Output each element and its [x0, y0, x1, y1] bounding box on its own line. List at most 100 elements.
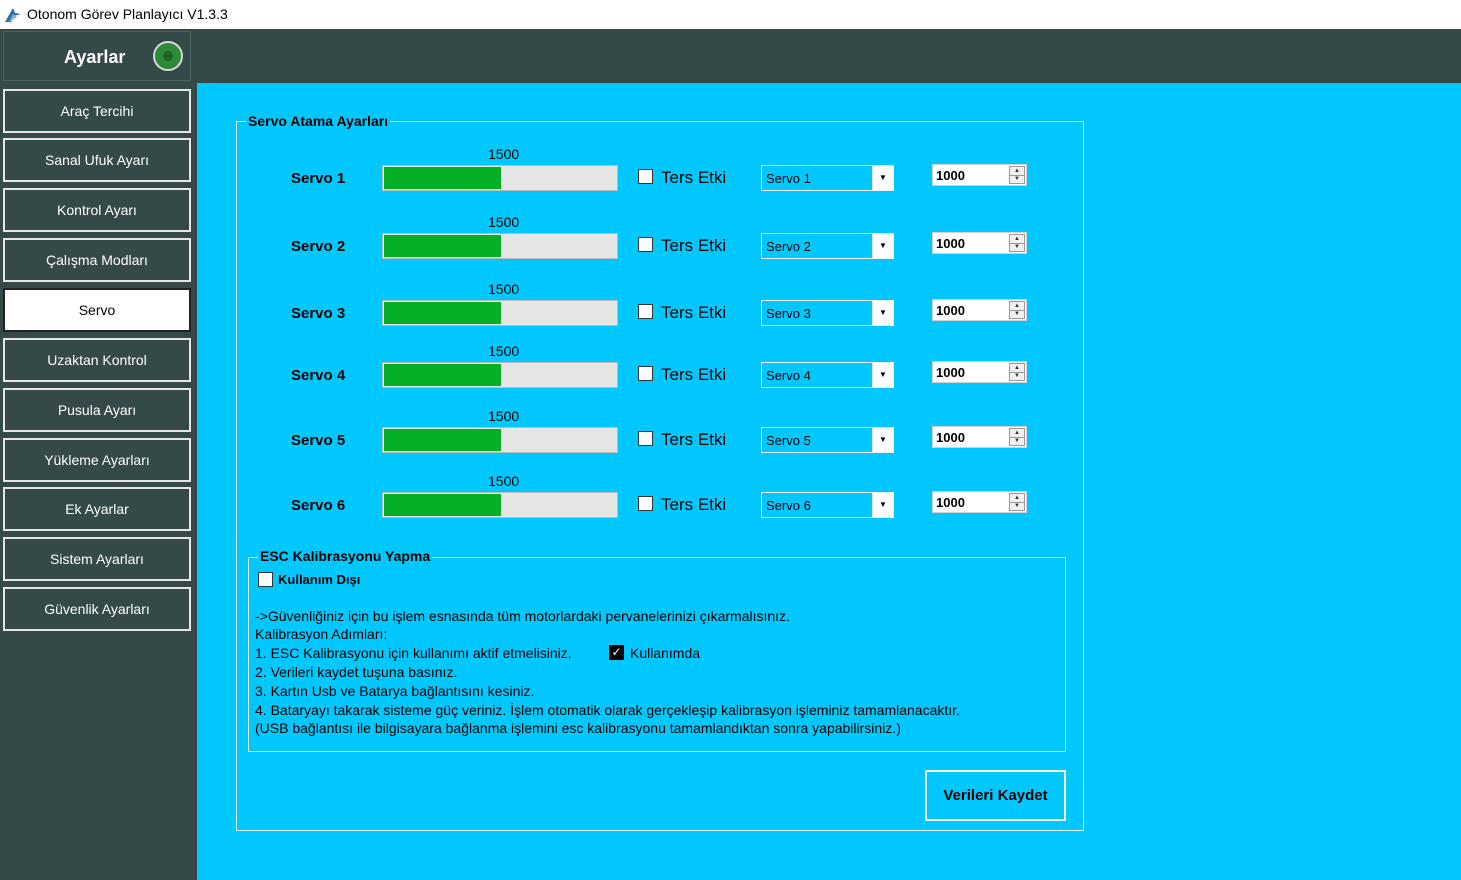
servo-level-bar — [382, 300, 618, 326]
chevron-down-icon[interactable]: ▼ — [872, 363, 893, 387]
servo-level-bar — [382, 427, 618, 453]
servo-number-stepper[interactable]: 1000 ▲ ▼ — [932, 299, 1027, 321]
esc-steps-title: Kalibrasyon Adımları: — [255, 626, 388, 642]
sidebar-item-sanal-ufuk[interactable]: Sanal Ufuk Ayarı — [3, 138, 191, 182]
servo-group-title: Servo Atama Ayarları — [246, 113, 391, 129]
esc-disabled-checkbox[interactable] — [258, 572, 273, 587]
servo-assignment-value: Servo 5 — [766, 433, 811, 448]
chevron-down-icon[interactable]: ▼ — [872, 493, 893, 517]
servo-label: Servo 5 — [291, 432, 346, 449]
servo-assignment-select[interactable]: Servo 6 ▼ — [761, 492, 894, 518]
servo-assignment-value: Servo 2 — [766, 239, 811, 254]
chevron-down-icon[interactable]: ▼ — [872, 166, 893, 190]
reverse-checkbox[interactable] — [638, 431, 653, 446]
servo-assignment-select[interactable]: Servo 2 ▼ — [761, 233, 894, 259]
stepper-down-icon[interactable]: ▼ — [1010, 502, 1024, 510]
servo-number-stepper[interactable]: 1000 ▲ ▼ — [932, 491, 1027, 513]
save-data-button[interactable]: Verileri Kaydet — [925, 770, 1066, 821]
reverse-label: Ters Etki — [661, 236, 727, 255]
sidebar-item-sistem[interactable]: Sistem Ayarları — [3, 537, 191, 581]
reverse-label: Ters Etki — [661, 495, 727, 514]
esc-in-use-checkbox[interactable]: ✓ — [609, 645, 624, 660]
stepper-buttons[interactable]: ▲ ▼ — [1009, 428, 1025, 446]
stepper-down-icon[interactable]: ▼ — [1010, 437, 1024, 445]
sidebar-item-yukleme[interactable]: Yükleme Ayarları — [3, 438, 191, 482]
servo-number-value: 1000 — [936, 430, 965, 445]
sidebar-item-arac-tercihi[interactable]: Araç Tercihi — [3, 89, 191, 133]
servo-number-value: 1000 — [936, 168, 965, 183]
sidebar-item-kontrol[interactable]: Kontrol Ayarı — [3, 188, 191, 232]
sidebar-item-calisma-modlari[interactable]: Çalışma Modları — [3, 238, 191, 282]
sidebar-item-pusula[interactable]: Pusula Ayarı — [3, 388, 191, 432]
sidebar-item-guvenlik[interactable]: Güvenlik Ayarları — [3, 587, 191, 631]
brand-logo-icon — [153, 41, 183, 71]
servo-level-fill — [384, 364, 501, 386]
app-logo-icon — [5, 8, 21, 22]
servo-number-stepper[interactable]: 1000 ▲ ▼ — [932, 164, 1027, 186]
stepper-down-icon[interactable]: ▼ — [1010, 372, 1024, 380]
servo-label: Servo 2 — [291, 238, 346, 255]
stepper-down-icon[interactable]: ▼ — [1010, 175, 1024, 183]
reverse-checkbox[interactable] — [638, 304, 653, 319]
servo-number-value: 1000 — [936, 236, 965, 251]
esc-step-4: 4. Bataryayı takarak sisteme güç veriniz… — [255, 702, 960, 718]
reverse-label: Ters Etki — [661, 303, 727, 322]
servo-level-bar — [382, 165, 618, 191]
esc-group-title: ESC Kalibrasyonu Yapma — [258, 548, 433, 564]
stepper-buttons[interactable]: ▲ ▼ — [1009, 166, 1025, 184]
servo-level-fill — [384, 302, 501, 324]
sidebar-item-servo[interactable]: Servo — [3, 288, 191, 332]
servo-assignment-select[interactable]: Servo 1 ▼ — [761, 165, 894, 191]
esc-step-1: 1. ESC Kalibrasyonu için kullanımı aktif… — [255, 645, 572, 661]
servo-value: 1500 — [488, 408, 520, 424]
servo-number-value: 1000 — [936, 303, 965, 318]
servo-label: Servo 3 — [291, 305, 346, 322]
servo-level-fill — [384, 494, 501, 516]
reverse-checkbox[interactable] — [638, 496, 653, 511]
reverse-checkbox[interactable] — [638, 366, 653, 381]
stepper-down-icon[interactable]: ▼ — [1010, 243, 1024, 251]
reverse-label: Ters Etki — [661, 168, 727, 187]
servo-assignment-value: Servo 1 — [766, 171, 811, 186]
servo-assignment-select[interactable]: Servo 4 ▼ — [761, 362, 894, 388]
stepper-buttons[interactable]: ▲ ▼ — [1009, 234, 1025, 252]
servo-level-fill — [384, 167, 501, 189]
chevron-down-icon[interactable]: ▼ — [872, 234, 893, 258]
servo-value: 1500 — [488, 281, 520, 297]
sidebar-item-uzaktan-kontrol[interactable]: Uzaktan Kontrol — [3, 338, 191, 382]
servo-value: 1500 — [488, 343, 520, 359]
esc-step-2: 2. Verileri kaydet tuşuna basınız. — [255, 664, 458, 680]
stepper-down-icon[interactable]: ▼ — [1010, 310, 1024, 318]
stepper-buttons[interactable]: ▲ ▼ — [1009, 493, 1025, 511]
servo-value: 1500 — [488, 146, 520, 162]
window-titlebar: Otonom Görev Planlayıcı V1.3.3 — [0, 0, 1461, 29]
chevron-down-icon[interactable]: ▼ — [872, 428, 893, 452]
servo-number-value: 1000 — [936, 365, 965, 380]
chevron-down-icon[interactable]: ▼ — [872, 301, 893, 325]
servo-number-value: 1000 — [936, 495, 965, 510]
servo-assignment-select[interactable]: Servo 3 ▼ — [761, 300, 894, 326]
reverse-checkbox[interactable] — [638, 169, 653, 184]
esc-note: (USB bağlantısı ile bilgisayara bağlanma… — [255, 720, 901, 736]
reverse-checkbox[interactable] — [638, 237, 653, 252]
servo-level-fill — [384, 429, 501, 451]
sidebar-item-ek-ayarlar[interactable]: Ek Ayarlar — [3, 487, 191, 531]
servo-number-stepper[interactable]: 1000 ▲ ▼ — [932, 361, 1027, 383]
servo-assignment-select[interactable]: Servo 5 ▼ — [761, 427, 894, 453]
stepper-buttons[interactable]: ▲ ▼ — [1009, 301, 1025, 319]
window-title: Otonom Görev Planlayıcı V1.3.3 — [27, 6, 228, 22]
servo-number-stepper[interactable]: 1000 ▲ ▼ — [932, 232, 1027, 254]
sidebar-header-label: Ayarlar — [64, 47, 126, 67]
servo-label: Servo 4 — [291, 367, 346, 384]
servo-level-bar — [382, 233, 618, 259]
servo-number-stepper[interactable]: 1000 ▲ ▼ — [932, 426, 1027, 448]
servo-assignment-value: Servo 4 — [766, 368, 811, 383]
servo-level-bar — [382, 362, 618, 388]
esc-disabled-label: Kullanım Dışı — [278, 572, 361, 587]
sidebar-header: Ayarlar — [3, 31, 191, 81]
esc-in-use-label: Kullanımda — [630, 645, 701, 661]
servo-assignment-value: Servo 6 — [766, 498, 811, 513]
reverse-label: Ters Etki — [661, 430, 727, 449]
servo-value: 1500 — [488, 214, 520, 230]
stepper-buttons[interactable]: ▲ ▼ — [1009, 363, 1025, 381]
